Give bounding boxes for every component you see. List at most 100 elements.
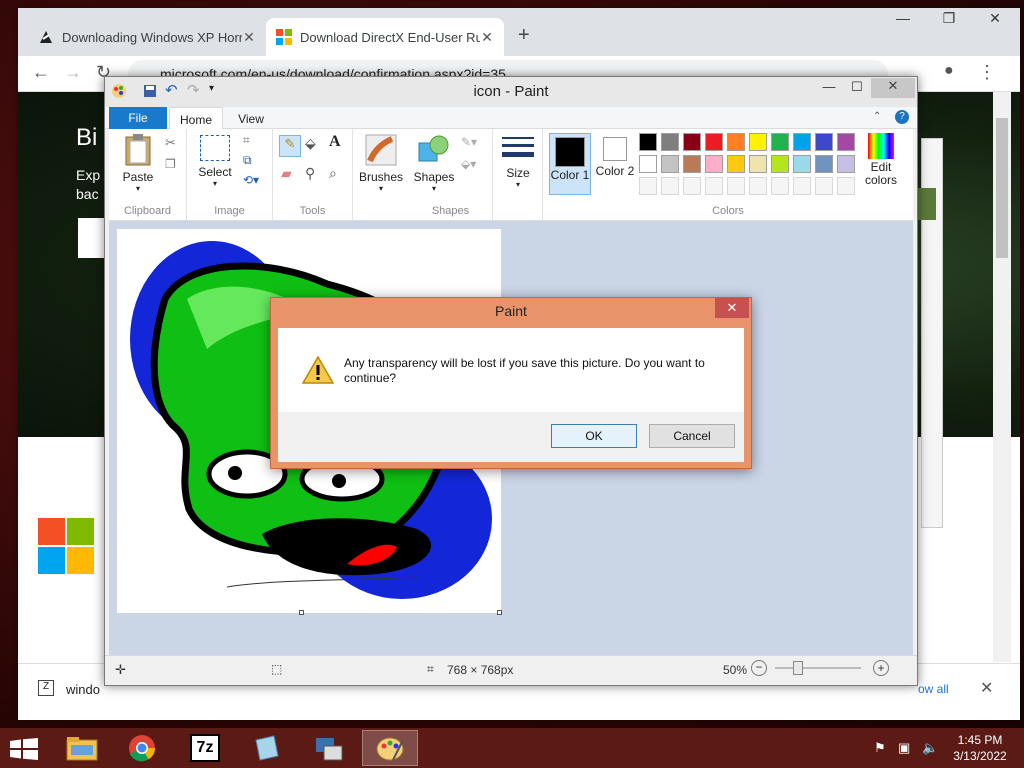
forward-icon[interactable]: → bbox=[64, 62, 82, 83]
resize-handle[interactable] bbox=[299, 610, 304, 615]
tab-directx[interactable]: Download DirectX End-User Run ✕ bbox=[266, 18, 504, 56]
start-windows-icon[interactable] bbox=[10, 738, 38, 760]
palette-swatch[interactable] bbox=[727, 155, 745, 173]
paint-taskbar-button[interactable] bbox=[362, 730, 418, 766]
tab-view[interactable]: View bbox=[229, 107, 273, 129]
hero-title: Bi bbox=[76, 124, 98, 151]
resize-handle[interactable] bbox=[497, 610, 502, 615]
custom-color-slot[interactable] bbox=[749, 177, 767, 195]
brushes-button[interactable]: Brushes ▾ bbox=[357, 133, 405, 193]
help-icon[interactable]: ? bbox=[895, 110, 909, 124]
7zip-taskbar-button[interactable]: 7z bbox=[178, 730, 234, 766]
palette-swatch[interactable] bbox=[661, 133, 679, 151]
custom-color-slot[interactable] bbox=[639, 177, 657, 195]
maximize-icon[interactable]: ❐ bbox=[926, 10, 972, 27]
file-explorer-taskbar-button[interactable] bbox=[54, 730, 110, 766]
directx-setup-taskbar-button[interactable] bbox=[302, 730, 358, 766]
menu-icon[interactable]: ⋮ bbox=[978, 62, 996, 83]
fill-tool-icon[interactable]: ⬙ bbox=[305, 135, 316, 152]
image-dimensions: 768 × 768px bbox=[447, 663, 514, 677]
edit-colors-button[interactable]: Edit colors bbox=[861, 133, 901, 187]
color-picker-icon[interactable]: ⚲ bbox=[305, 165, 315, 182]
paste-button[interactable]: Paste ▾ bbox=[117, 133, 159, 193]
rotate-icon[interactable]: ⟲▾ bbox=[243, 173, 259, 187]
palette-swatch[interactable] bbox=[705, 133, 723, 151]
clock-time: 1:45 PM bbox=[957, 733, 1003, 747]
notepad-taskbar-button[interactable] bbox=[240, 730, 296, 766]
select-button[interactable]: Select ▾ bbox=[193, 135, 237, 188]
magnifier-icon[interactable]: ⌕ bbox=[329, 165, 337, 182]
custom-color-slot[interactable] bbox=[815, 177, 833, 195]
copy-icon[interactable]: ❐ bbox=[165, 157, 176, 171]
chrome-taskbar-button[interactable] bbox=[116, 730, 172, 766]
shapes-button[interactable]: Shapes ▾ bbox=[411, 133, 457, 193]
palette-swatch[interactable] bbox=[815, 133, 833, 151]
palette-swatch[interactable] bbox=[749, 155, 767, 173]
download-bar-close-icon[interactable]: ✕ bbox=[980, 678, 993, 698]
text-tool-icon[interactable]: A bbox=[329, 133, 341, 151]
palette-swatch[interactable] bbox=[793, 155, 811, 173]
scrollbar-thumb[interactable] bbox=[996, 118, 1008, 258]
paint-maximize-icon[interactable]: ☐ bbox=[843, 79, 871, 95]
custom-color-slot[interactable] bbox=[837, 177, 855, 195]
palette-swatch[interactable] bbox=[771, 155, 789, 173]
profile-icon[interactable]: ● bbox=[944, 62, 954, 80]
palette-swatch[interactable] bbox=[771, 133, 789, 151]
palette-swatch[interactable] bbox=[837, 133, 855, 151]
zoom-in-icon[interactable]: + bbox=[873, 660, 889, 676]
palette-swatch[interactable] bbox=[705, 155, 723, 173]
dialog-close-icon[interactable]: ✕ bbox=[715, 298, 749, 318]
custom-color-slot[interactable] bbox=[705, 177, 723, 195]
system-clock[interactable]: 1:45 PM 3/13/2022 bbox=[940, 732, 1020, 764]
palette-swatch[interactable] bbox=[639, 155, 657, 173]
palette-swatch[interactable] bbox=[793, 133, 811, 151]
cut-icon[interactable]: ✂ bbox=[165, 135, 176, 151]
collapse-ribbon-icon[interactable]: ⌃ bbox=[873, 111, 881, 122]
zoom-out-icon[interactable]: − bbox=[751, 660, 767, 676]
custom-color-slot[interactable] bbox=[771, 177, 789, 195]
cancel-button[interactable]: Cancel bbox=[649, 424, 735, 448]
file-tab[interactable]: File bbox=[109, 107, 167, 129]
minimize-icon[interactable]: — bbox=[880, 10, 926, 26]
zoom-slider[interactable] bbox=[775, 667, 861, 669]
zoom-level: 50% bbox=[723, 663, 748, 677]
palette-swatch[interactable] bbox=[683, 155, 701, 173]
custom-color-slot[interactable] bbox=[683, 177, 701, 195]
fill-icon[interactable]: ⬙▾ bbox=[461, 157, 476, 171]
zoom-slider-thumb[interactable] bbox=[793, 661, 803, 675]
palette-swatch[interactable] bbox=[661, 155, 679, 173]
color1-button[interactable]: Color 1 bbox=[549, 133, 591, 195]
image-group: Select ▾ ⌗ ⧉ ⟲▾ Image bbox=[187, 129, 273, 221]
tab-close-icon[interactable]: ✕ bbox=[480, 29, 494, 46]
palette-swatch[interactable] bbox=[749, 133, 767, 151]
show-all-button[interactable]: ow all bbox=[918, 682, 949, 696]
action-center-flag-icon[interactable]: ⚑ bbox=[874, 740, 886, 756]
crop-icon[interactable]: ⌗ bbox=[243, 133, 250, 148]
custom-color-slot[interactable] bbox=[793, 177, 811, 195]
palette-swatch[interactable] bbox=[683, 133, 701, 151]
custom-color-slot[interactable] bbox=[661, 177, 679, 195]
volume-muted-icon[interactable]: 🔈 bbox=[922, 740, 938, 756]
paint-minimize-icon[interactable]: — bbox=[815, 79, 843, 94]
palette-swatch[interactable] bbox=[815, 155, 833, 173]
tab-close-icon[interactable]: ✕ bbox=[242, 29, 256, 46]
ok-button[interactable]: OK bbox=[551, 424, 637, 448]
paint-close-icon[interactable]: ✕ bbox=[871, 78, 915, 98]
tab-home[interactable]: Home bbox=[169, 107, 223, 129]
custom-color-slot[interactable] bbox=[727, 177, 745, 195]
palette-swatch[interactable] bbox=[639, 133, 657, 151]
network-icon[interactable]: ▣ bbox=[898, 740, 910, 756]
window-close-icon[interactable]: ✕ bbox=[972, 10, 1018, 27]
tab-windows-xp[interactable]: Downloading Windows XP Horro ✕ bbox=[28, 18, 266, 56]
size-button[interactable]: Size ▾ bbox=[497, 135, 539, 189]
resize-icon[interactable]: ⧉ bbox=[243, 153, 252, 168]
palette-swatch[interactable] bbox=[837, 155, 855, 173]
back-icon[interactable]: ← bbox=[32, 62, 50, 83]
color2-button[interactable]: Color 2 bbox=[595, 137, 635, 195]
new-tab-button[interactable]: + bbox=[518, 24, 530, 47]
palette-swatch[interactable] bbox=[727, 133, 745, 151]
pencil-tool-icon[interactable]: ✎ bbox=[279, 135, 301, 157]
eraser-tool-icon[interactable]: ▰ bbox=[281, 165, 292, 182]
outline-icon[interactable]: ✎▾ bbox=[461, 135, 477, 149]
download-item[interactable]: windo bbox=[66, 682, 100, 697]
